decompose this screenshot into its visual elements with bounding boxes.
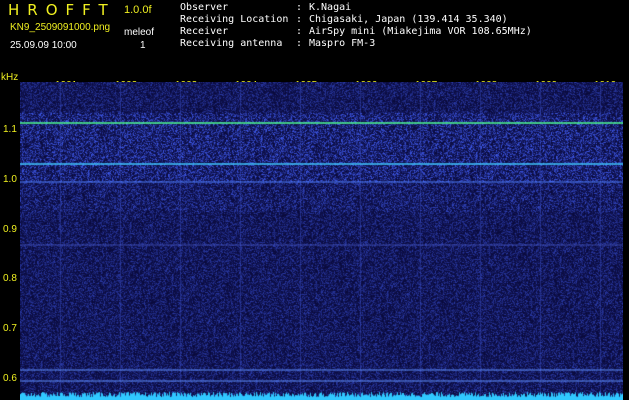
y-tick-label: 1.0 xyxy=(3,174,17,185)
y-axis-unit: kHz xyxy=(1,72,19,83)
y-tick-label: 0.9 xyxy=(3,224,17,235)
version-label: 1.0.0f xyxy=(124,4,152,16)
y-tick-label: 0.7 xyxy=(3,323,17,334)
info-key: Receiver xyxy=(180,26,229,37)
y-tick-label: 0.6 xyxy=(3,373,17,384)
info-value: K.Nagai xyxy=(309,2,352,13)
info-key: Receiving Location xyxy=(180,14,289,25)
info-row-observer: Observer: K.Nagai xyxy=(180,2,629,14)
info-value: AirSpy mini (Miakejima VOR 108.65MHz) xyxy=(309,26,532,37)
header-panel: HROFFT 1.0.0f KN9_2509091000.png meleof … xyxy=(0,0,629,72)
y-tick-label: 0.8 xyxy=(3,273,17,284)
meleo-value: 1 xyxy=(140,40,146,51)
info-row-receiver: Receiver: AirSpy mini (Miakejima VOR 108.… xyxy=(180,26,629,38)
file-name: KN9_2509091000.png xyxy=(10,22,111,33)
info-value: Chigasaki, Japan (139.414 35.340) xyxy=(309,14,508,25)
info-row-location: Receiving Location: Chigasaki, Japan (139… xyxy=(180,14,629,26)
info-key: Observer xyxy=(180,2,229,13)
app-title: HROFFT xyxy=(8,1,116,19)
observation-info: Observer: K.Nagai Receiving Location: Chig… xyxy=(180,2,629,50)
spectrogram-plot xyxy=(20,82,623,400)
info-key: Receiving antenna xyxy=(180,38,283,49)
spectrogram-canvas xyxy=(20,82,623,400)
y-tick-label: 1.1 xyxy=(3,124,17,135)
observation-datetime: 25.09.09 10:00 xyxy=(10,40,77,51)
info-row-antenna: Receiving antenna: Maspro FM-3 xyxy=(180,38,629,50)
meleo-label: meleof xyxy=(124,27,155,38)
info-value: Maspro FM-3 xyxy=(309,38,376,49)
